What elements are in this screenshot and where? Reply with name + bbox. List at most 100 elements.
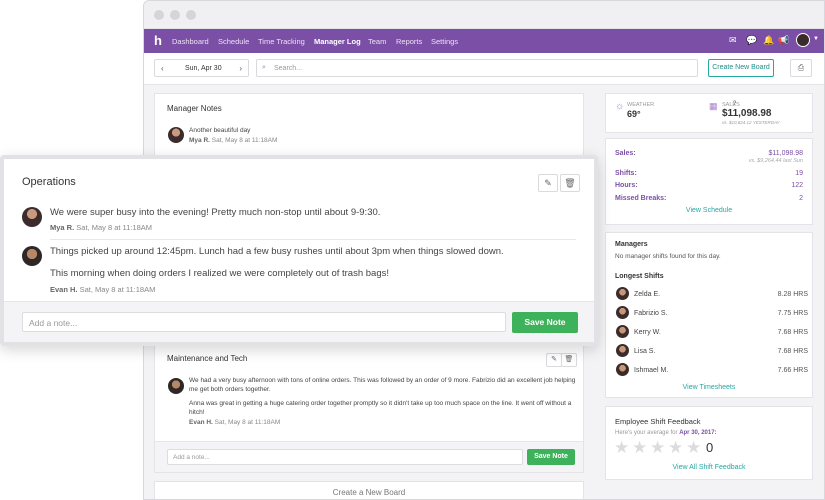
star-icon[interactable]: ★ [668, 438, 683, 458]
window-dot [154, 10, 164, 20]
create-new-board-button[interactable]: Create New Board [708, 59, 774, 77]
note-author: Mya R. [50, 223, 75, 232]
note-time: Sat, May 8 at 11:18AM [79, 285, 156, 294]
longest-shifts-title: Longest Shifts [615, 273, 664, 280]
avatar [616, 287, 629, 300]
stat-value: $11,098.98 [768, 150, 803, 157]
note-author: Mya R. [189, 137, 210, 144]
avatar [616, 306, 629, 319]
board-title: Operations [22, 176, 76, 188]
bell-icon[interactable]: 🔔 [763, 35, 774, 46]
note-meta: Mya R. Sat, May 8 at 11:18AM [189, 137, 277, 144]
nav-settings[interactable]: Settings [431, 37, 458, 46]
help-icon[interactable]: ? [733, 101, 736, 107]
star-icon[interactable]: ★ [650, 438, 665, 458]
edit-icon[interactable]: ✎ [546, 353, 562, 367]
shift-hours: 7.75 HRS [777, 310, 808, 317]
mail-icon[interactable]: ✉ [729, 35, 737, 46]
next-day-icon[interactable]: › [239, 64, 242, 73]
prev-day-icon[interactable]: ‹ [161, 64, 164, 73]
managers-empty: No manager shifts found for this day. [615, 253, 721, 260]
weather-label: WEATHER [627, 102, 655, 108]
feedback-date: Apr 30, 2017: [679, 430, 717, 436]
nav-reports[interactable]: Reports [396, 37, 422, 46]
avatar [616, 363, 629, 376]
shift-hours: 8.28 HRS [777, 291, 808, 298]
note-text: This morning when doing orders I realize… [50, 268, 390, 279]
trash-icon[interactable]: 🗑 [560, 174, 580, 192]
nav-team[interactable]: Team [368, 37, 386, 46]
megaphone-icon[interactable]: 📢 [778, 35, 789, 46]
shift-row[interactable]: Fabrizio S. 7.75 HRS [616, 306, 808, 322]
weather-value: 69° [627, 109, 641, 119]
note-time: Sat, May 8 at 11:18AM [214, 419, 281, 426]
shift-row[interactable]: Kerry W. 7.68 HRS [616, 325, 808, 341]
add-note-input[interactable]: Add a note... [167, 449, 523, 465]
manager-notes-card: Manager Notes Another beautiful day Mya … [154, 93, 584, 157]
sales-value: $11,098.98 [722, 108, 772, 119]
avatar [22, 246, 42, 266]
stat-value: 2 [799, 195, 803, 202]
stats-card: Sales: $11,098.98 vs. $9,264.44 last Sun… [605, 138, 813, 225]
register-icon: ▦ [709, 101, 718, 111]
search-placeholder: Search... [274, 65, 303, 72]
note-meta: Evan H. Sat, May 8 at 11:18AM [50, 285, 155, 294]
nav-time-tracking[interactable]: Time Tracking [258, 37, 305, 46]
maintenance-card: Maintenance and Tech ✎ 🗑 We had a very b… [154, 341, 584, 473]
stat-sub: vs. $9,264.44 last Sun [748, 158, 803, 164]
sun-icon: ☼ [615, 101, 625, 112]
sales-sub: vs. $10,824.12 YESTERDAY [722, 120, 780, 125]
avatar [22, 207, 42, 227]
shift-row[interactable]: Ishmael M. 7.66 HRS [616, 363, 808, 379]
create-board-bar[interactable]: Create a New Board [154, 481, 584, 499]
save-note-button[interactable]: Save Note [527, 449, 575, 465]
note-meta: Mya R. Sat, May 8 at 11:18AM [50, 223, 152, 232]
feedback-score: 0 [706, 440, 714, 455]
weather-sales-card: ☼ WEATHER 69° ▦ SALES ? $11,098.98 vs. $… [605, 93, 813, 133]
shift-row[interactable]: Zelda E. 8.28 HRS [616, 287, 808, 303]
window-chrome [144, 1, 824, 29]
shift-hours: 7.66 HRS [777, 367, 808, 374]
stat-value: 122 [791, 182, 803, 189]
avatar [168, 127, 184, 143]
stat-label: Missed Breaks: [615, 195, 667, 202]
user-avatar[interactable] [796, 33, 810, 47]
note-author: Evan H. [189, 419, 213, 426]
star-icon[interactable]: ★ [614, 438, 629, 458]
star-icon[interactable]: ★ [686, 438, 701, 458]
view-schedule-link[interactable]: View Schedule [606, 207, 812, 214]
edit-icon[interactable]: ✎ [538, 174, 558, 192]
chevron-down-icon[interactable]: ▼ [813, 36, 819, 42]
app-logo[interactable]: h [154, 33, 162, 48]
print-icon[interactable]: ⎙ [790, 59, 812, 77]
shift-row[interactable]: Lisa S. 7.68 HRS [616, 344, 808, 360]
avatar [616, 325, 629, 338]
view-all-feedback-link[interactable]: View All Shift Feedback [606, 464, 812, 471]
search-input[interactable]: ⌕ Search... [256, 59, 698, 77]
chat-icon[interactable]: 💬 [746, 35, 757, 46]
shift-name: Ishmael M. [634, 367, 669, 374]
date-label[interactable]: Sun, Apr 30 [185, 65, 222, 72]
avatar [616, 344, 629, 357]
feedback-title: Employee Shift Feedback [615, 417, 701, 426]
stat-label: Sales: [615, 150, 636, 157]
top-nav: h Dashboard Schedule Time Tracking Manag… [144, 29, 824, 53]
divider [50, 239, 576, 240]
star-icon[interactable]: ★ [632, 438, 647, 458]
nav-dashboard[interactable]: Dashboard [172, 37, 209, 46]
note-time: Sat, May 8 at 11:18AM [76, 223, 153, 232]
nav-manager-log[interactable]: Manager Log [314, 37, 361, 46]
note-text: Things picked up around 12:45pm. Lunch h… [50, 246, 504, 257]
shift-name: Kerry W. [634, 329, 661, 336]
window-dot [170, 10, 180, 20]
trash-icon[interactable]: 🗑 [561, 353, 577, 367]
save-note-button[interactable]: Save Note [512, 312, 578, 333]
shift-hours: 7.68 HRS [777, 348, 808, 355]
date-picker: ‹ Sun, Apr 30 › [154, 59, 249, 77]
shift-name: Zelda E. [634, 291, 661, 298]
nav-schedule[interactable]: Schedule [218, 37, 249, 46]
feedback-sub: Here's your average for Apr 30, 2017: [615, 430, 717, 436]
feedback-sub-prefix: Here's your average for [615, 430, 678, 436]
add-note-input[interactable]: Add a note... [22, 312, 506, 332]
view-timesheets-link[interactable]: View Timesheets [606, 384, 812, 391]
